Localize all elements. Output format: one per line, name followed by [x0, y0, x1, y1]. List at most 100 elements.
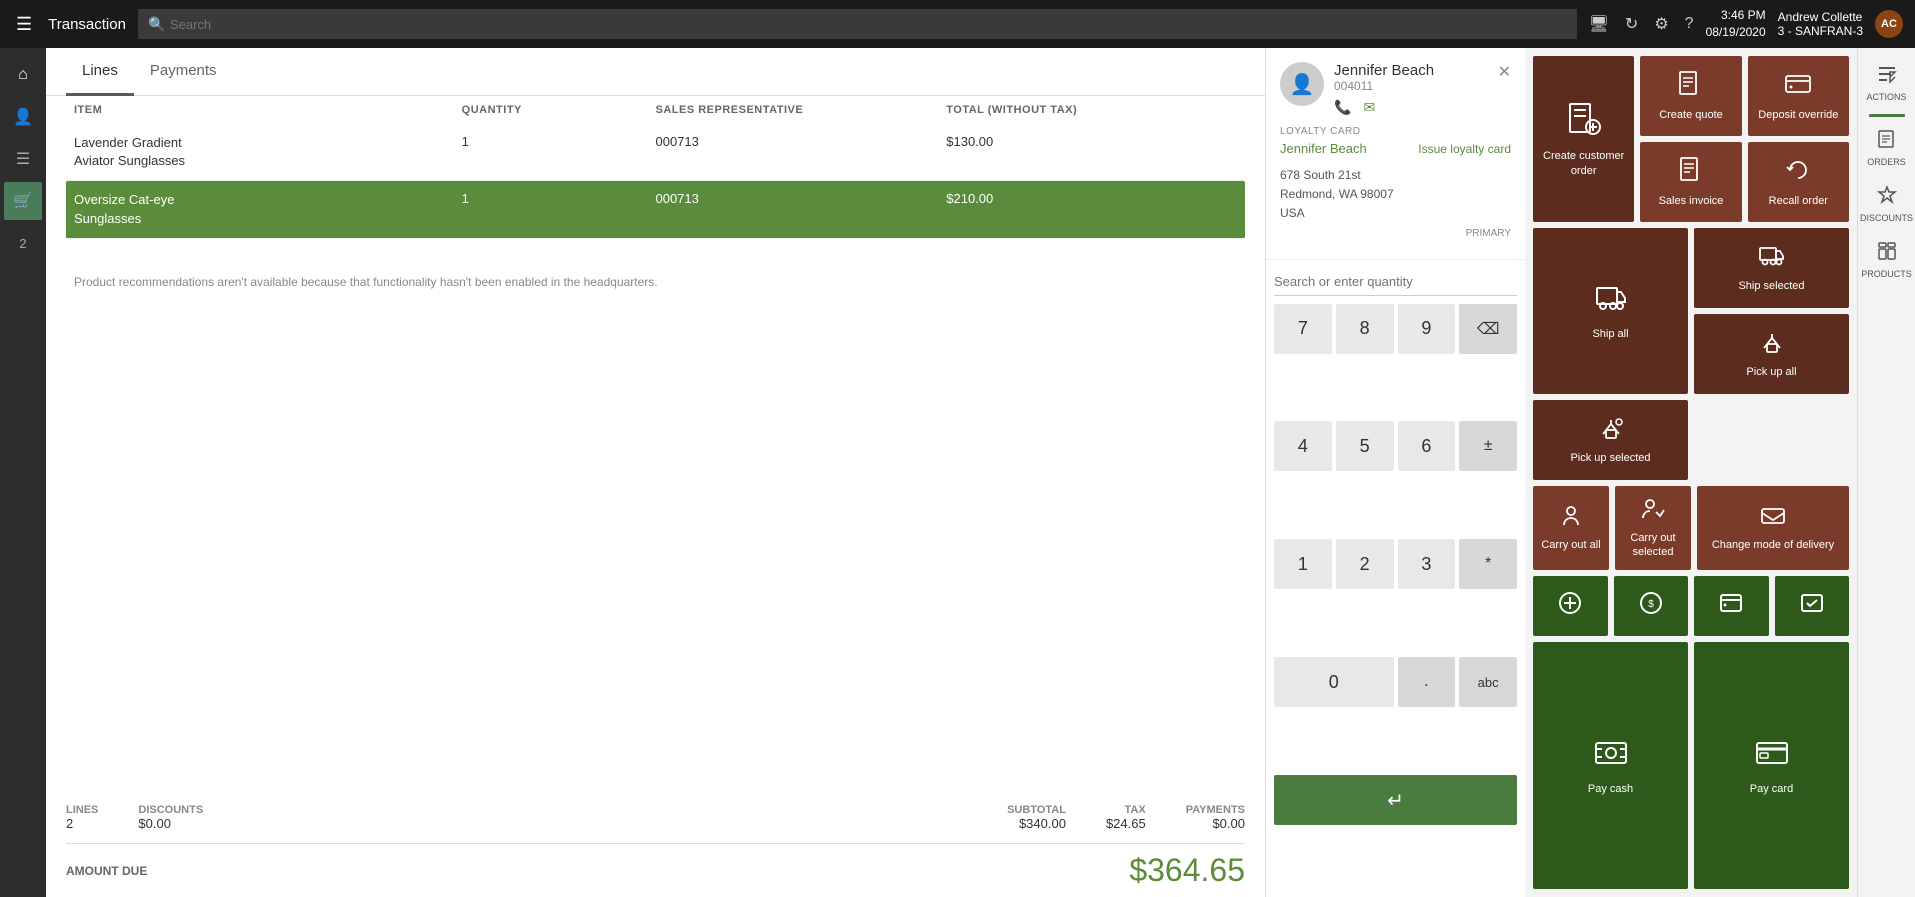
- sidebar-item-cart[interactable]: 🛒: [4, 182, 42, 220]
- orders-icon: [1877, 129, 1897, 154]
- action-tiles-panel: Create customer order Create quote Depos…: [1525, 48, 1915, 897]
- discounts-label: DISCOUNTS: [138, 804, 203, 816]
- user-avatar[interactable]: AC: [1875, 10, 1903, 38]
- carry-out-selected-tile[interactable]: Carry out selected: [1615, 486, 1691, 570]
- pay-cash-tile[interactable]: Pay cash: [1533, 642, 1688, 889]
- numpad-1[interactable]: 1: [1274, 539, 1332, 589]
- numpad-5[interactable]: 5: [1336, 421, 1394, 471]
- item-sales-rep: 000713: [655, 191, 946, 227]
- numpad-2[interactable]: 2: [1336, 539, 1394, 589]
- discounts-value: $0.00: [138, 816, 203, 831]
- create-customer-order-tile[interactable]: Create customer order: [1533, 56, 1634, 222]
- numpad-backspace[interactable]: ⌫: [1459, 304, 1517, 354]
- sidebar-item-discounts[interactable]: DISCOUNTS: [1858, 177, 1915, 231]
- sales-invoice-label: Sales invoice: [1659, 194, 1724, 208]
- actions-label: ACTIONS: [1866, 92, 1906, 102]
- products-icon: [1877, 241, 1897, 266]
- numpad-7[interactable]: 7: [1274, 304, 1332, 354]
- sidebar-item-num[interactable]: 2: [4, 224, 42, 262]
- ship-selected-tile[interactable]: Ship selected: [1694, 228, 1849, 308]
- tax-label: TAX: [1106, 804, 1146, 816]
- payment-icon-2-tile[interactable]: $: [1614, 576, 1689, 636]
- col-total: TOTAL (WITHOUT TAX): [946, 104, 1237, 116]
- lines-label: LINES: [66, 804, 98, 816]
- sidebar-item-home[interactable]: ⌂: [4, 56, 42, 94]
- numpad-3[interactable]: 3: [1398, 539, 1456, 589]
- sales-invoice-tile[interactable]: Sales invoice: [1640, 142, 1741, 222]
- carry-out-all-tile[interactable]: Carry out all: [1533, 486, 1609, 570]
- screen-icon[interactable]: 🖥: [1589, 14, 1609, 34]
- pick-up-selected-tile[interactable]: Pick up selected: [1533, 400, 1688, 480]
- products-label: PRODUCTS: [1861, 269, 1912, 279]
- payment-icon-3-tile[interactable]: [1694, 576, 1769, 636]
- numpad-section: 7 8 9 ⌫ 4 5 6 ± 1 2 3 * 0 . abc ↵: [1266, 260, 1525, 897]
- numpad-dot[interactable]: .: [1398, 657, 1456, 707]
- tab-lines[interactable]: Lines: [66, 48, 134, 96]
- tab-payments[interactable]: Payments: [134, 48, 233, 96]
- numpad-abc[interactable]: abc: [1459, 657, 1517, 707]
- pick-up-all-label: Pick up all: [1746, 365, 1796, 379]
- hamburger-menu[interactable]: ☰: [12, 10, 36, 39]
- pay-card-label: Pay card: [1750, 782, 1793, 796]
- tabs: Lines Payments: [46, 48, 1265, 96]
- close-customer-button[interactable]: ✕: [1498, 62, 1511, 82]
- change-mode-delivery-tile[interactable]: Change mode of delivery: [1697, 486, 1849, 570]
- subtotal-label: SUBTOTAL: [1007, 804, 1066, 816]
- numpad-6[interactable]: 6: [1398, 421, 1456, 471]
- totals-section: LINES 2 DISCOUNTS $0.00 SUBTOTAL $340.00…: [46, 788, 1265, 897]
- left-sidebar: ⌂ 👤 ☰ 🛒 2: [0, 48, 46, 897]
- numpad-plusminus[interactable]: ±: [1459, 421, 1517, 471]
- phone-icon[interactable]: 📞: [1334, 99, 1351, 116]
- numpad-multiply[interactable]: *: [1459, 539, 1517, 589]
- customer-info: Jennifer Beach 004011 📞 ✉: [1334, 62, 1488, 116]
- item-name: Lavender GradientAviator Sunglasses: [74, 134, 462, 170]
- numpad-8[interactable]: 8: [1336, 304, 1394, 354]
- carry-out-selected-label: Carry out selected: [1621, 531, 1685, 560]
- recall-order-tile[interactable]: Recall order: [1748, 142, 1849, 222]
- numpad-9[interactable]: 9: [1398, 304, 1456, 354]
- sidebar-item-products[interactable]: PRODUCTS: [1858, 233, 1915, 287]
- numpad-enter[interactable]: ↵: [1274, 775, 1517, 825]
- table-row[interactable]: Oversize Cat-eyeSunglasses 1 000713 $210…: [66, 181, 1245, 238]
- refresh-icon[interactable]: ↻: [1625, 14, 1638, 34]
- table-row[interactable]: Lavender GradientAviator Sunglasses 1 00…: [66, 124, 1245, 181]
- sidebar-divider: [1869, 114, 1905, 117]
- item-name: Oversize Cat-eyeSunglasses: [74, 191, 462, 227]
- item-quantity: 1: [462, 191, 656, 227]
- search-bar: 🔍: [138, 9, 1577, 39]
- lines-table: ITEM QUANTITY SALES REPRESENTATIVE TOTAL…: [46, 96, 1265, 239]
- sidebar-item-users[interactable]: 👤: [4, 98, 42, 136]
- quantity-search-input[interactable]: [1274, 268, 1517, 296]
- numpad-0[interactable]: 0: [1274, 657, 1394, 707]
- help-icon[interactable]: ?: [1685, 15, 1694, 33]
- payments-label: PAYMENTS: [1186, 804, 1245, 816]
- payment-icon-1-tile[interactable]: [1533, 576, 1608, 636]
- create-quote-label: Create quote: [1659, 108, 1723, 122]
- numpad-4[interactable]: 4: [1274, 421, 1332, 471]
- orders-label: ORDERS: [1867, 157, 1906, 167]
- carry-out-all-label: Carry out all: [1541, 538, 1600, 552]
- loyalty-name: Jennifer Beach: [1280, 141, 1367, 156]
- main-layout: ⌂ 👤 ☰ 🛒 2 Lines Payments ITEM QUANTITY S…: [0, 48, 1915, 897]
- create-quote-tile[interactable]: Create quote: [1640, 56, 1741, 136]
- issue-loyalty-card-link[interactable]: Issue loyalty card: [1418, 142, 1511, 156]
- search-input[interactable]: [138, 9, 1577, 39]
- subtotal-value: $340.00: [1007, 816, 1066, 831]
- pay-card-tile[interactable]: Pay card: [1694, 642, 1849, 889]
- customer-name: Jennifer Beach: [1334, 62, 1488, 79]
- sidebar-item-menu[interactable]: ☰: [4, 140, 42, 178]
- amount-due-row: AMOUNT DUE $364.65: [66, 843, 1245, 897]
- sidebar-item-actions[interactable]: ACTIONS: [1858, 56, 1915, 110]
- email-icon[interactable]: ✉: [1363, 99, 1375, 116]
- ship-all-tile[interactable]: Ship all: [1533, 228, 1688, 394]
- payment-icon-4-tile[interactable]: [1775, 576, 1850, 636]
- item-sales-rep: 000713: [655, 134, 946, 170]
- col-quantity: QUANTITY: [462, 104, 656, 116]
- settings-icon[interactable]: ⚙: [1654, 14, 1668, 34]
- sidebar-item-orders[interactable]: ORDERS: [1858, 121, 1915, 175]
- lines-value: 2: [66, 816, 98, 831]
- pick-up-all-tile[interactable]: Pick up all: [1694, 314, 1849, 394]
- primary-label: PRIMARY: [1280, 228, 1511, 239]
- deposit-override-tile[interactable]: Deposit override: [1748, 56, 1849, 136]
- topbar-icons: 🖥 ↻ ⚙ ?: [1589, 14, 1694, 34]
